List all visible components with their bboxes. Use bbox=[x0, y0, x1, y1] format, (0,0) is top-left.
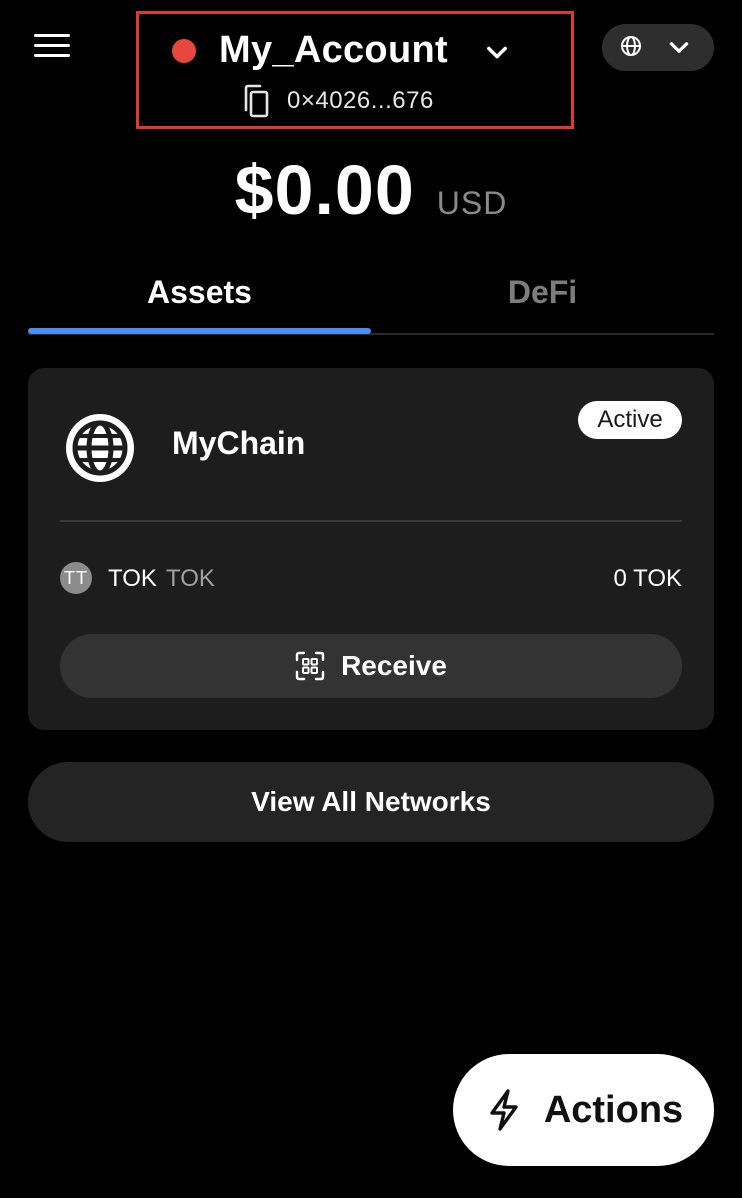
copy-icon[interactable] bbox=[240, 84, 270, 118]
account-selector[interactable]: My_Account 0×4026...676 bbox=[136, 11, 574, 129]
qr-scan-icon bbox=[295, 651, 325, 681]
view-all-networks-button[interactable]: View All Networks bbox=[28, 762, 714, 842]
token-row[interactable]: TT TOK TOK 0 TOK bbox=[60, 558, 682, 598]
globe-icon bbox=[621, 36, 641, 56]
globe-icon bbox=[66, 414, 134, 482]
tab-defi[interactable]: DeFi bbox=[371, 262, 714, 322]
account-status-dot bbox=[172, 39, 196, 63]
menu-bar bbox=[34, 44, 70, 47]
tab-assets[interactable]: Assets bbox=[28, 262, 371, 322]
token-symbol: TOK bbox=[108, 565, 157, 592]
total-balance: $0.00 USD bbox=[0, 150, 742, 240]
account-address[interactable]: 0×4026...676 bbox=[287, 86, 434, 116]
network-card: MyChain Active TT TOK TOK 0 TOK Receive bbox=[28, 368, 714, 730]
menu-button[interactable] bbox=[32, 30, 72, 62]
actions-button[interactable]: Actions bbox=[453, 1054, 714, 1166]
token-name: TOK bbox=[166, 565, 215, 592]
receive-label: Receive bbox=[341, 650, 447, 681]
actions-label: Actions bbox=[543, 1088, 684, 1131]
receive-button[interactable]: Receive bbox=[60, 634, 682, 698]
token-balance: 0 TOK bbox=[613, 565, 682, 592]
status-badge: Active bbox=[578, 401, 682, 439]
lightning-bolt-icon bbox=[490, 1089, 518, 1131]
menu-bar bbox=[34, 54, 70, 57]
account-name[interactable]: My_Account bbox=[219, 26, 448, 74]
active-tab-indicator bbox=[28, 328, 371, 334]
menu-bar bbox=[34, 34, 70, 37]
chain-name: MyChain bbox=[172, 425, 306, 461]
network-selector[interactable] bbox=[602, 24, 714, 71]
chevron-down-icon bbox=[669, 42, 689, 53]
card-divider bbox=[60, 520, 682, 522]
balance-currency: USD bbox=[436, 185, 508, 221]
chevron-down-icon[interactable] bbox=[483, 38, 511, 66]
token-avatar: TT bbox=[60, 562, 92, 594]
balance-amount: $0.00 bbox=[234, 151, 415, 229]
tab-bar: Assets DeFi bbox=[28, 262, 714, 336]
